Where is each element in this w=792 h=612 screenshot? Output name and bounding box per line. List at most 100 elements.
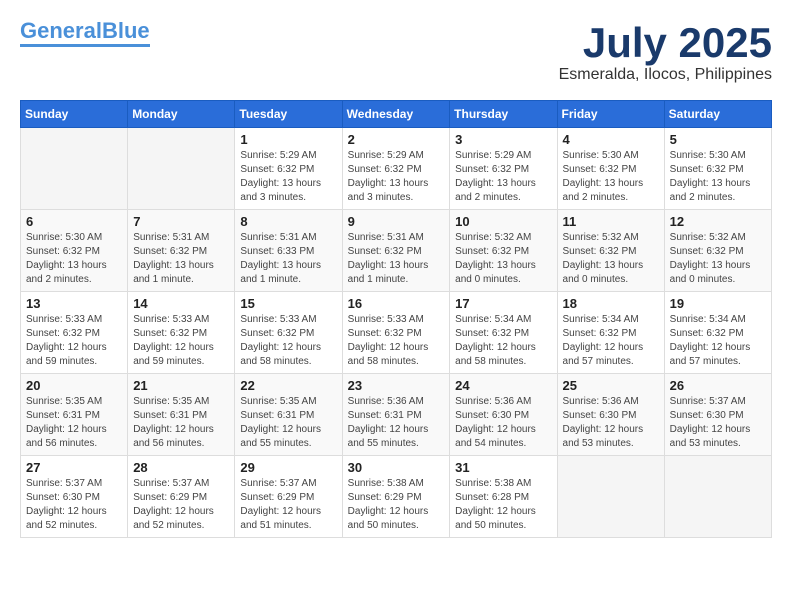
day-number: 10 bbox=[455, 214, 551, 229]
day-info: Sunrise: 5:29 AM Sunset: 6:32 PM Dayligh… bbox=[455, 149, 551, 205]
calendar-week-row: 27 Sunrise: 5:37 AM Sunset: 6:30 PM Dayli… bbox=[21, 456, 772, 538]
calendar-cell: 22 Sunrise: 5:35 AM Sunset: 6:31 PM Dayli… bbox=[235, 374, 342, 456]
logo-underline bbox=[20, 44, 150, 47]
calendar-cell: 17 Sunrise: 5:34 AM Sunset: 6:32 PM Dayli… bbox=[450, 292, 557, 374]
day-number: 30 bbox=[348, 460, 445, 475]
day-number: 26 bbox=[670, 378, 766, 393]
day-number: 3 bbox=[455, 132, 551, 147]
calendar-cell: 5 Sunrise: 5:30 AM Sunset: 6:32 PM Daylig… bbox=[664, 128, 771, 210]
logo: GeneralBlue bbox=[20, 20, 150, 47]
day-number: 2 bbox=[348, 132, 445, 147]
weekday-header: Sunday bbox=[21, 101, 128, 128]
weekday-header: Saturday bbox=[664, 101, 771, 128]
weekday-header: Wednesday bbox=[342, 101, 450, 128]
day-info: Sunrise: 5:33 AM Sunset: 6:32 PM Dayligh… bbox=[133, 313, 229, 369]
day-number: 22 bbox=[240, 378, 336, 393]
calendar-cell bbox=[664, 456, 771, 538]
day-info: Sunrise: 5:34 AM Sunset: 6:32 PM Dayligh… bbox=[455, 313, 551, 369]
day-info: Sunrise: 5:32 AM Sunset: 6:32 PM Dayligh… bbox=[563, 231, 659, 287]
day-number: 31 bbox=[455, 460, 551, 475]
day-info: Sunrise: 5:37 AM Sunset: 6:29 PM Dayligh… bbox=[133, 477, 229, 533]
calendar-cell: 7Sunrise: 5:31 AM Sunset: 6:32 PM Daylig… bbox=[128, 210, 235, 292]
calendar-cell: 3 Sunrise: 5:29 AM Sunset: 6:32 PM Daylig… bbox=[450, 128, 557, 210]
calendar-cell: 11 Sunrise: 5:32 AM Sunset: 6:32 PM Dayli… bbox=[557, 210, 664, 292]
day-number: 16 bbox=[348, 296, 445, 311]
calendar-cell: 30 Sunrise: 5:38 AM Sunset: 6:29 PM Dayli… bbox=[342, 456, 450, 538]
day-number: 29 bbox=[240, 460, 336, 475]
calendar: SundayMondayTuesdayWednesdayThursdayFrid… bbox=[20, 100, 772, 538]
calendar-cell: 20 Sunrise: 5:35 AM Sunset: 6:31 PM Dayli… bbox=[21, 374, 128, 456]
calendar-cell: 27 Sunrise: 5:37 AM Sunset: 6:30 PM Dayli… bbox=[21, 456, 128, 538]
day-info: Sunrise: 5:37 AM Sunset: 6:30 PM Dayligh… bbox=[670, 395, 766, 451]
calendar-cell: 9Sunrise: 5:31 AM Sunset: 6:32 PM Daylig… bbox=[342, 210, 450, 292]
calendar-cell: 19 Sunrise: 5:34 AM Sunset: 6:32 PM Dayli… bbox=[664, 292, 771, 374]
day-number: 8 bbox=[240, 214, 336, 229]
day-info: Sunrise: 5:29 AM Sunset: 6:32 PM Dayligh… bbox=[348, 149, 445, 205]
day-info: Sunrise: 5:36 AM Sunset: 6:31 PM Dayligh… bbox=[348, 395, 445, 451]
calendar-cell: 12Sunrise: 5:32 AM Sunset: 6:32 PM Dayli… bbox=[664, 210, 771, 292]
day-number: 19 bbox=[670, 296, 766, 311]
day-info: Sunrise: 5:33 AM Sunset: 6:32 PM Dayligh… bbox=[26, 313, 122, 369]
calendar-cell: 18Sunrise: 5:34 AM Sunset: 6:32 PM Dayli… bbox=[557, 292, 664, 374]
day-info: Sunrise: 5:37 AM Sunset: 6:30 PM Dayligh… bbox=[26, 477, 122, 533]
weekday-header: Monday bbox=[128, 101, 235, 128]
logo-general: General bbox=[20, 18, 102, 43]
page-header: GeneralBlue July 2025 Esmeralda, Ilocos,… bbox=[20, 20, 772, 84]
calendar-cell: 4Sunrise: 5:30 AM Sunset: 6:32 PM Daylig… bbox=[557, 128, 664, 210]
title-block: July 2025 Esmeralda, Ilocos, Philippines bbox=[559, 20, 772, 84]
day-info: Sunrise: 5:30 AM Sunset: 6:32 PM Dayligh… bbox=[670, 149, 766, 205]
calendar-cell: 14 Sunrise: 5:33 AM Sunset: 6:32 PM Dayli… bbox=[128, 292, 235, 374]
day-info: Sunrise: 5:35 AM Sunset: 6:31 PM Dayligh… bbox=[240, 395, 336, 451]
day-info: Sunrise: 5:38 AM Sunset: 6:28 PM Dayligh… bbox=[455, 477, 551, 533]
day-number: 23 bbox=[348, 378, 445, 393]
day-number: 14 bbox=[133, 296, 229, 311]
day-info: Sunrise: 5:29 AM Sunset: 6:32 PM Dayligh… bbox=[240, 149, 336, 205]
day-info: Sunrise: 5:34 AM Sunset: 6:32 PM Dayligh… bbox=[670, 313, 766, 369]
day-info: Sunrise: 5:31 AM Sunset: 6:32 PM Dayligh… bbox=[133, 231, 229, 287]
day-info: Sunrise: 5:38 AM Sunset: 6:29 PM Dayligh… bbox=[348, 477, 445, 533]
day-info: Sunrise: 5:35 AM Sunset: 6:31 PM Dayligh… bbox=[133, 395, 229, 451]
calendar-week-row: 6 Sunrise: 5:30 AM Sunset: 6:32 PM Daylig… bbox=[21, 210, 772, 292]
day-number: 9 bbox=[348, 214, 445, 229]
day-info: Sunrise: 5:36 AM Sunset: 6:30 PM Dayligh… bbox=[455, 395, 551, 451]
month-title: July 2025 bbox=[559, 20, 772, 66]
calendar-cell: 29 Sunrise: 5:37 AM Sunset: 6:29 PM Dayli… bbox=[235, 456, 342, 538]
calendar-cell: 2 Sunrise: 5:29 AM Sunset: 6:32 PM Daylig… bbox=[342, 128, 450, 210]
day-number: 6 bbox=[26, 214, 122, 229]
day-number: 21 bbox=[133, 378, 229, 393]
calendar-cell: 31 Sunrise: 5:38 AM Sunset: 6:28 PM Dayli… bbox=[450, 456, 557, 538]
calendar-cell: 15Sunrise: 5:33 AM Sunset: 6:32 PM Dayli… bbox=[235, 292, 342, 374]
day-number: 25 bbox=[563, 378, 659, 393]
logo-text: GeneralBlue bbox=[20, 20, 150, 42]
weekday-header: Friday bbox=[557, 101, 664, 128]
weekday-header: Tuesday bbox=[235, 101, 342, 128]
calendar-cell: 16 Sunrise: 5:33 AM Sunset: 6:32 PM Dayli… bbox=[342, 292, 450, 374]
day-number: 20 bbox=[26, 378, 122, 393]
day-info: Sunrise: 5:33 AM Sunset: 6:32 PM Dayligh… bbox=[348, 313, 445, 369]
day-info: Sunrise: 5:30 AM Sunset: 6:32 PM Dayligh… bbox=[26, 231, 122, 287]
calendar-cell: 10 Sunrise: 5:32 AM Sunset: 6:32 PM Dayli… bbox=[450, 210, 557, 292]
day-number: 28 bbox=[133, 460, 229, 475]
day-number: 11 bbox=[563, 214, 659, 229]
calendar-cell: 8 Sunrise: 5:31 AM Sunset: 6:33 PM Daylig… bbox=[235, 210, 342, 292]
calendar-cell: 28 Sunrise: 5:37 AM Sunset: 6:29 PM Dayli… bbox=[128, 456, 235, 538]
day-number: 17 bbox=[455, 296, 551, 311]
calendar-cell bbox=[557, 456, 664, 538]
calendar-cell: 23 Sunrise: 5:36 AM Sunset: 6:31 PM Dayli… bbox=[342, 374, 450, 456]
day-number: 5 bbox=[670, 132, 766, 147]
day-number: 4 bbox=[563, 132, 659, 147]
day-number: 13 bbox=[26, 296, 122, 311]
weekday-header-row: SundayMondayTuesdayWednesdayThursdayFrid… bbox=[21, 101, 772, 128]
calendar-cell: 13 Sunrise: 5:33 AM Sunset: 6:32 PM Dayli… bbox=[21, 292, 128, 374]
calendar-cell bbox=[21, 128, 128, 210]
day-info: Sunrise: 5:37 AM Sunset: 6:29 PM Dayligh… bbox=[240, 477, 336, 533]
day-info: Sunrise: 5:36 AM Sunset: 6:30 PM Dayligh… bbox=[563, 395, 659, 451]
day-info: Sunrise: 5:35 AM Sunset: 6:31 PM Dayligh… bbox=[26, 395, 122, 451]
calendar-cell: 6 Sunrise: 5:30 AM Sunset: 6:32 PM Daylig… bbox=[21, 210, 128, 292]
day-number: 15 bbox=[240, 296, 336, 311]
logo-blue: Blue bbox=[102, 18, 150, 43]
day-info: Sunrise: 5:31 AM Sunset: 6:33 PM Dayligh… bbox=[240, 231, 336, 287]
calendar-cell: 21 Sunrise: 5:35 AM Sunset: 6:31 PM Dayli… bbox=[128, 374, 235, 456]
day-info: Sunrise: 5:32 AM Sunset: 6:32 PM Dayligh… bbox=[455, 231, 551, 287]
day-number: 27 bbox=[26, 460, 122, 475]
